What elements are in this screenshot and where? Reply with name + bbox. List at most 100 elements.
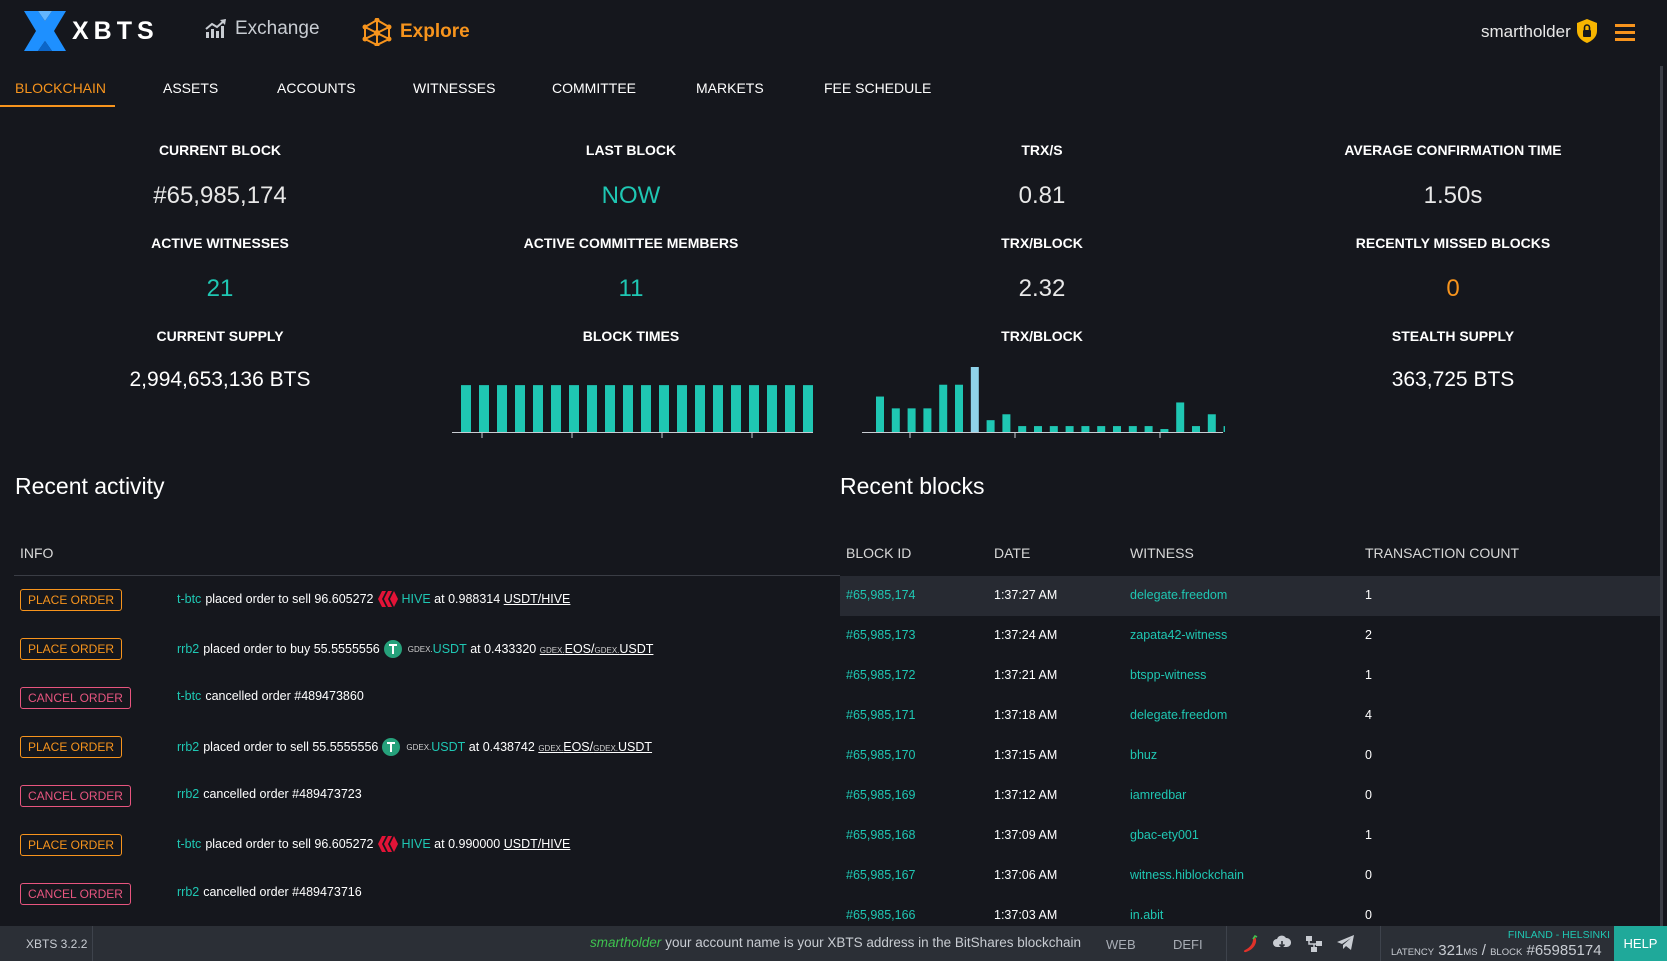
- network-nodes-icon[interactable]: [1305, 935, 1323, 953]
- trx-per-second-label: TRX/S: [1021, 142, 1063, 158]
- chart-bar: [785, 385, 795, 432]
- telegram-icon[interactable]: [1337, 935, 1355, 951]
- hamburger-menu-icon[interactable]: [1615, 24, 1635, 45]
- block-witness-link[interactable]: gbac-ety001: [1130, 828, 1199, 842]
- activity-account-link[interactable]: rrb2: [177, 642, 199, 656]
- block-row[interactable]: #65,985,173 1:37:24 AM zapata42-witness 2: [840, 616, 1660, 656]
- username[interactable]: smartholder: [1481, 22, 1571, 42]
- block-row[interactable]: #65,985,174 1:37:27 AM delegate.freedom 1: [840, 576, 1660, 616]
- block-id-link[interactable]: #65,985,166: [846, 908, 916, 922]
- chart-bar: [1049, 426, 1058, 432]
- tab-blockchain[interactable]: BLOCKCHAIN: [15, 80, 106, 96]
- block-witness-link[interactable]: bhuz: [1130, 748, 1157, 762]
- tab-committee[interactable]: COMMITTEE: [552, 80, 636, 96]
- activity-market-link[interactable]: USDT/HIVE: [504, 837, 571, 851]
- block-witness-link[interactable]: delegate.freedom: [1130, 588, 1227, 602]
- node-location[interactable]: FINLAND - HELSINKI: [1505, 929, 1610, 941]
- block-transaction-count: 4: [1365, 708, 1372, 722]
- tab-markets[interactable]: MARKETS: [696, 80, 764, 96]
- nav-exchange[interactable]: Exchange: [205, 18, 320, 40]
- block-id-link[interactable]: #65,985,169: [846, 788, 916, 802]
- tether-coin-icon: [383, 640, 402, 658]
- activity-asset-link[interactable]: USDT: [433, 642, 467, 656]
- block-row[interactable]: #65,985,170 1:37:15 AM bhuz 0: [840, 736, 1660, 776]
- block-witness-link[interactable]: delegate.freedom: [1130, 708, 1227, 722]
- tab-accounts[interactable]: ACCOUNTS: [277, 80, 356, 96]
- activity-account-link[interactable]: t-btc: [177, 837, 201, 851]
- blocks-col-witness: WITNESS: [1130, 545, 1194, 561]
- network-icon: [362, 18, 392, 46]
- tab-witnesses[interactable]: WITNESSES: [413, 80, 495, 96]
- tab-assets[interactable]: ASSETS: [163, 80, 218, 96]
- current-block-label: CURRENT BLOCK: [158, 142, 282, 158]
- activity-description: rrb2 cancelled order #489473716: [177, 885, 362, 899]
- help-button[interactable]: HELP: [1614, 926, 1667, 961]
- market-quote: USDT: [618, 740, 653, 754]
- block-witness-link[interactable]: in.abit: [1130, 908, 1163, 922]
- activity-price: at 0.433320: [470, 642, 537, 656]
- block-date: 1:37:03 AM: [994, 908, 1058, 922]
- block-row[interactable]: #65,985,168 1:37:09 AM gbac-ety001 1: [840, 816, 1660, 856]
- active-tab-indicator: [0, 105, 115, 107]
- chart-bar: [939, 384, 948, 432]
- latency-value: 321: [1438, 942, 1464, 959]
- block-id-link[interactable]: #65,985,170: [846, 748, 916, 762]
- block-id-link[interactable]: #65,985,167: [846, 868, 916, 882]
- block-transaction-count: 0: [1365, 748, 1372, 762]
- market-base: EOS/: [563, 740, 594, 754]
- lock-shield-icon[interactable]: [1577, 19, 1597, 43]
- activity-market-link[interactable]: GDEX.EOS/GDEX.USDT: [538, 740, 652, 754]
- block-transaction-count: 2: [1365, 628, 1372, 642]
- chili-pepper-icon[interactable]: [1243, 935, 1259, 953]
- page-scrollbar[interactable]: [1660, 66, 1663, 926]
- activity-asset-link[interactable]: HIVE: [402, 837, 431, 851]
- activity-asset-link[interactable]: USDT: [431, 740, 465, 754]
- chart-bar: [587, 385, 597, 432]
- chart-bar: [907, 408, 916, 432]
- activity-text: cancelled order #489473716: [203, 885, 362, 899]
- chart-bar: [1002, 414, 1011, 432]
- activity-account-link[interactable]: rrb2: [177, 885, 199, 899]
- nav-explore[interactable]: Explore: [362, 18, 470, 46]
- footer-defi-link[interactable]: DEFI: [1173, 937, 1203, 952]
- xbts-logo[interactable]: XBTS: [24, 10, 159, 52]
- block-witness-link[interactable]: zapata42-witness: [1130, 628, 1227, 642]
- chart-bar: [1223, 426, 1225, 432]
- block-transaction-count: 0: [1365, 788, 1372, 802]
- block-witness-link[interactable]: btspp-witness: [1130, 668, 1206, 682]
- activity-account-link[interactable]: t-btc: [177, 592, 201, 606]
- block-id-link[interactable]: #65,985,173: [846, 628, 916, 642]
- block-row[interactable]: #65,985,172 1:37:21 AM btspp-witness 1: [840, 656, 1660, 696]
- activity-text: placed order to sell 96.605272: [205, 592, 374, 606]
- missed-blocks-label: RECENTLY MISSED BLOCKS: [1355, 235, 1551, 251]
- tab-fee-schedule[interactable]: FEE SCHEDULE: [824, 80, 931, 96]
- activity-market-link[interactable]: GDEX.EOS/GDEX.USDT: [540, 642, 654, 656]
- block-id-link[interactable]: #65,985,172: [846, 668, 916, 682]
- avg-confirmation-value: 1.50s: [1423, 182, 1483, 209]
- activity-asset-link[interactable]: HIVE: [402, 592, 431, 606]
- activity-text: placed order to sell 96.605272: [205, 837, 374, 851]
- block-row[interactable]: #65,985,167 1:37:06 AM witness.hiblockchai…: [840, 856, 1660, 896]
- block-id-link[interactable]: #65,985,168: [846, 828, 916, 842]
- market-prefix: GDEX.: [594, 646, 620, 655]
- trx-per-block-value: 2.32: [1018, 275, 1066, 302]
- cloud-download-icon[interactable]: [1273, 935, 1291, 951]
- hive-coin-icon: [377, 591, 398, 607]
- place-order-badge: PLACE ORDER: [20, 736, 123, 758]
- block-witness-link[interactable]: witness.hiblockchain: [1130, 868, 1244, 882]
- block-witness-link[interactable]: iamredbar: [1130, 788, 1186, 802]
- block-id-link[interactable]: #65,985,171: [846, 708, 916, 722]
- activity-account-link[interactable]: rrb2: [177, 787, 199, 801]
- notice-text: your account name is your XBTS address i…: [665, 935, 1081, 950]
- activity-market-link[interactable]: USDT/HIVE: [504, 592, 571, 606]
- activity-account-link[interactable]: rrb2: [177, 740, 199, 754]
- block-row[interactable]: #65,985,171 1:37:18 AM delegate.freedom 4: [840, 696, 1660, 736]
- recent-activity-title: Recent activity: [15, 473, 165, 499]
- block-row[interactable]: #65,985,169 1:37:12 AM iamredbar 0: [840, 776, 1660, 816]
- block-times-chart-label: BLOCK TIMES: [582, 328, 680, 344]
- footer-web-link[interactable]: WEB: [1106, 937, 1136, 952]
- activity-description: rrb2 placed order to sell 55.5555556 GDEX.…: [177, 738, 652, 756]
- active-committee-label: ACTIVE COMMITTEE MEMBERS: [523, 235, 739, 251]
- block-id-link[interactable]: #65,985,174: [846, 588, 916, 602]
- activity-account-link[interactable]: t-btc: [177, 689, 201, 703]
